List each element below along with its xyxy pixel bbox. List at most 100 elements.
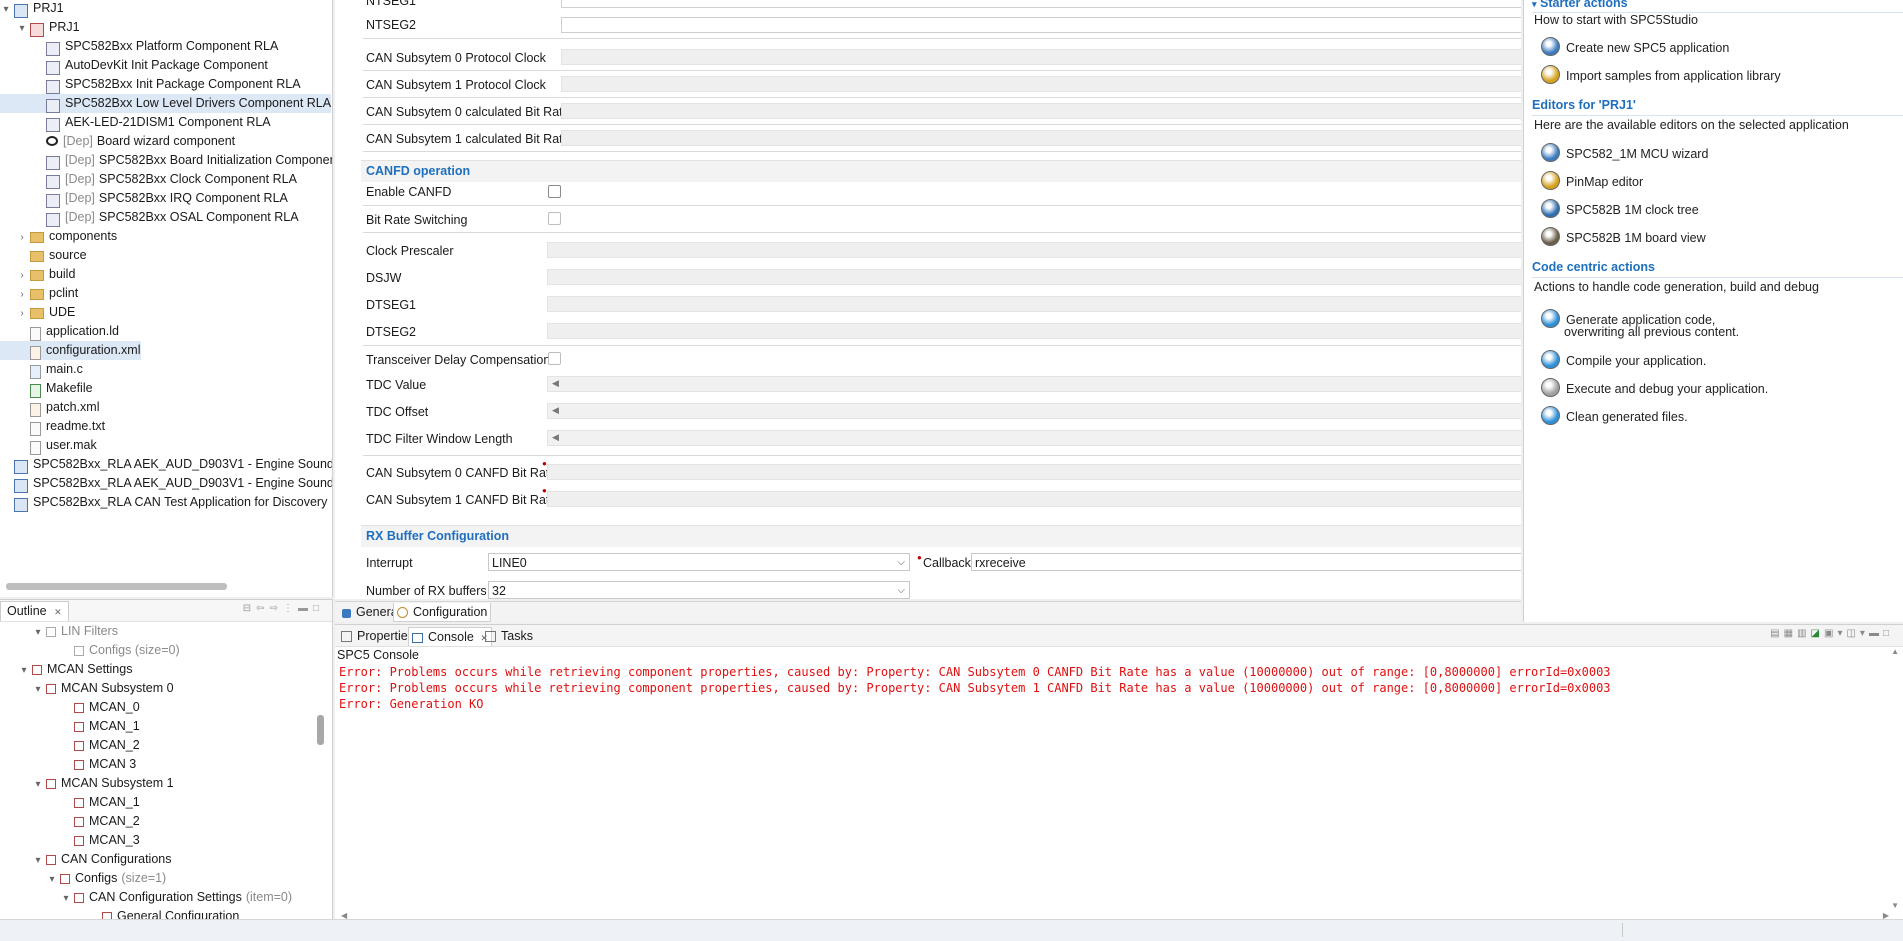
tdc-slider[interactable]: ◀▶ [547, 376, 1521, 392]
enable-canfd-checkbox[interactable] [548, 185, 561, 198]
tree-item[interactable]: component-icon SPC582Bxx Platform Compone… [0, 37, 278, 56]
maximize-icon[interactable]: □ [313, 603, 324, 614]
expand-toggle-icon[interactable]: ▾ [16, 19, 28, 38]
tree-item[interactable]: component-icon SPC582Bxx Low Level Driver… [0, 94, 332, 113]
create-application-link[interactable]: Create new SPC5 application [1541, 37, 1729, 56]
canfd-timing-value[interactable]: 1 [547, 296, 1521, 312]
tree-item[interactable]: component-icon [Dep]SPC582Bxx OSAL Compon… [0, 208, 299, 227]
outline-item[interactable]: MCAN_3 [0, 831, 140, 850]
mcu-wizard-link[interactable]: SPC582_1M MCU wizard [1541, 143, 1708, 162]
tree-item[interactable]: ▾application-icon PRJ1 [0, 18, 80, 37]
outline-item[interactable]: ▾ CAN Configuration Settings (item=0) [0, 888, 292, 907]
outline-item[interactable]: MCAN_1 [0, 793, 140, 812]
canfd-timing-value[interactable]: 1 [547, 269, 1521, 285]
tdc-slider[interactable]: ◀▶ [547, 403, 1521, 419]
callback-field[interactable]: rxreceive [971, 553, 1521, 571]
scroll-down-icon[interactable]: ▼ [1891, 901, 1899, 910]
board-view-link[interactable]: SPC582B 1M board view [1541, 227, 1706, 246]
expand-toggle-icon[interactable]: ▾ [0, 0, 12, 19]
compile-link[interactable]: Compile your application. [1541, 350, 1706, 369]
tdc-slider[interactable]: ◀▶ [547, 430, 1521, 446]
outline-item[interactable]: MCAN_0 [0, 698, 140, 717]
collapse-icon[interactable]: ⊟ [243, 603, 256, 614]
minimize-icon[interactable]: ▬ [1869, 628, 1883, 639]
pinmap-editor-link[interactable]: PinMap editor [1541, 171, 1643, 190]
tree-item[interactable]: component-icon AutoDevKit Init Package Co… [0, 56, 268, 75]
tree-item[interactable]: component-icon [Dep]SPC582Bxx IRQ Compone… [0, 189, 288, 208]
tree-item[interactable]: makefile-icon Makefile [0, 379, 93, 398]
expand-toggle-icon[interactable]: ▾ [32, 775, 44, 794]
expand-toggle-icon[interactable]: › [16, 228, 28, 247]
tree-item[interactable]: project-icon SPC582Bxx_RLA AEK_AUD_D903V1… [0, 474, 332, 493]
outline-item[interactable]: ▾ CAN Configurations [0, 850, 171, 869]
expand-toggle-icon[interactable]: ▾ [18, 661, 30, 680]
chevron-down-icon[interactable]: ▾ [1860, 628, 1869, 639]
close-icon[interactable]: ✕ [54, 607, 62, 617]
tree-item[interactable]: component-icon [Dep]SPC582Bxx Clock Compo… [0, 170, 297, 189]
tree-item[interactable]: project-icon SPC582Bxx_RLA CAN Test Appli… [0, 493, 327, 512]
import-samples-link[interactable]: Import samples from application library [1541, 65, 1781, 84]
expand-toggle-icon[interactable]: ▾ [60, 889, 72, 908]
open-console-icon[interactable]: ◫ [1846, 628, 1859, 639]
tree-item[interactable]: c-file-icon main.c [0, 360, 83, 379]
arrow-left-icon[interactable]: ◀ [552, 405, 559, 416]
generate-code-link-line2[interactable]: overwriting all previous content. [1541, 325, 1739, 339]
expand-toggle-icon[interactable]: ▾ [32, 680, 44, 699]
num-rx-buffers-select[interactable]: 32 ⌵ [488, 581, 910, 599]
outline-item[interactable]: MCAN_2 [0, 736, 140, 755]
canfd-timing-value[interactable]: 1 [547, 242, 1521, 258]
expand-toggle-icon[interactable]: › [16, 266, 28, 285]
outline-item[interactable]: ▾ LIN Filters [0, 622, 117, 642]
arrow-left-icon[interactable]: ◀ [552, 378, 559, 389]
outline-item[interactable]: MCAN_1 [0, 717, 140, 736]
ntseg2-field[interactable]: 3 [561, 17, 1521, 33]
tab-tasks[interactable]: Tasks [482, 627, 536, 645]
tree-item[interactable]: component-icon SPC582Bxx Init Package Com… [0, 75, 301, 94]
ntseg1-field[interactable]: 30 [561, 0, 1521, 8]
minimize-icon[interactable]: ▬ [298, 603, 313, 614]
outline-item[interactable]: ▾ MCAN Subsystem 1 [0, 774, 173, 794]
interrupt-select[interactable]: LINE0 ⌵ [488, 553, 910, 571]
arrow-left-icon[interactable]: ◀ [552, 432, 559, 443]
tdc-checkbox[interactable] [548, 352, 561, 365]
tab-properties[interactable]: Properties [338, 627, 417, 645]
tree-item[interactable]: ›folder-icon UDE [0, 303, 75, 322]
scroll-lock-icon[interactable]: ▦ [1784, 628, 1797, 639]
outline-item[interactable]: MCAN 3 [0, 755, 136, 774]
tree-item[interactable]: folder-icon source [0, 246, 87, 265]
vertical-scrollbar[interactable] [317, 715, 324, 745]
clean-files-link[interactable]: Clean generated files. [1541, 406, 1688, 425]
expand-toggle-icon[interactable]: › [16, 304, 28, 323]
clear-console-icon[interactable]: ▤ [1770, 628, 1783, 639]
tree-item[interactable]: file-icon application.ld [0, 322, 119, 341]
outline-item[interactable]: Configs (size=0) [0, 641, 180, 660]
maximize-icon[interactable]: □ [1883, 628, 1893, 639]
outline-item[interactable]: ▾ MCAN Subsystem 0 [0, 679, 173, 699]
display-console-icon[interactable]: ▣ [1824, 628, 1837, 639]
scroll-up-icon[interactable]: ▲ [1891, 647, 1899, 656]
expand-toggle-icon[interactable]: ▾ [32, 623, 44, 642]
word-wrap-icon[interactable]: ▥ [1797, 628, 1810, 639]
horizontal-scrollbar[interactable] [6, 583, 227, 590]
collapse-icon[interactable]: ▾ [1532, 0, 1537, 9]
tree-item[interactable]: ▾project-icon PRJ1 [0, 0, 64, 18]
tree-item[interactable]: ›folder-icon pclint [0, 284, 78, 303]
tree-item[interactable]: component-icon AEK-LED-21DISM1 Component … [0, 113, 271, 132]
expand-toggle-icon[interactable]: › [16, 285, 28, 304]
clock-tree-link[interactable]: SPC582B 1M clock tree [1541, 199, 1699, 218]
tree-item[interactable]: eye-icon [Dep]Board wizard component [0, 132, 235, 151]
tree-item[interactable]: ›folder-icon components [0, 227, 117, 246]
tree-item[interactable]: xml-file-icon configuration.xml [0, 341, 141, 360]
back-icon[interactable]: ⇦ [256, 603, 269, 614]
tree-item[interactable]: ›folder-icon build [0, 265, 75, 284]
canfd-timing-value[interactable]: 0 [547, 323, 1521, 339]
expand-toggle-icon[interactable]: ▾ [32, 851, 44, 870]
bit-rate-switching-checkbox[interactable] [548, 212, 561, 225]
outline-item[interactable]: ▾ MCAN Settings [0, 660, 132, 679]
outline-item[interactable]: MCAN_2 [0, 812, 140, 831]
tree-item[interactable]: component-icon [Dep]SPC582Bxx Board Initi… [0, 151, 332, 170]
view-menu-icon[interactable]: ⋮ [283, 603, 298, 614]
forward-icon[interactable]: ⇨ [270, 603, 283, 614]
expand-toggle-icon[interactable]: ▾ [46, 870, 58, 889]
tree-item[interactable]: file-icon user.mak [0, 436, 97, 455]
